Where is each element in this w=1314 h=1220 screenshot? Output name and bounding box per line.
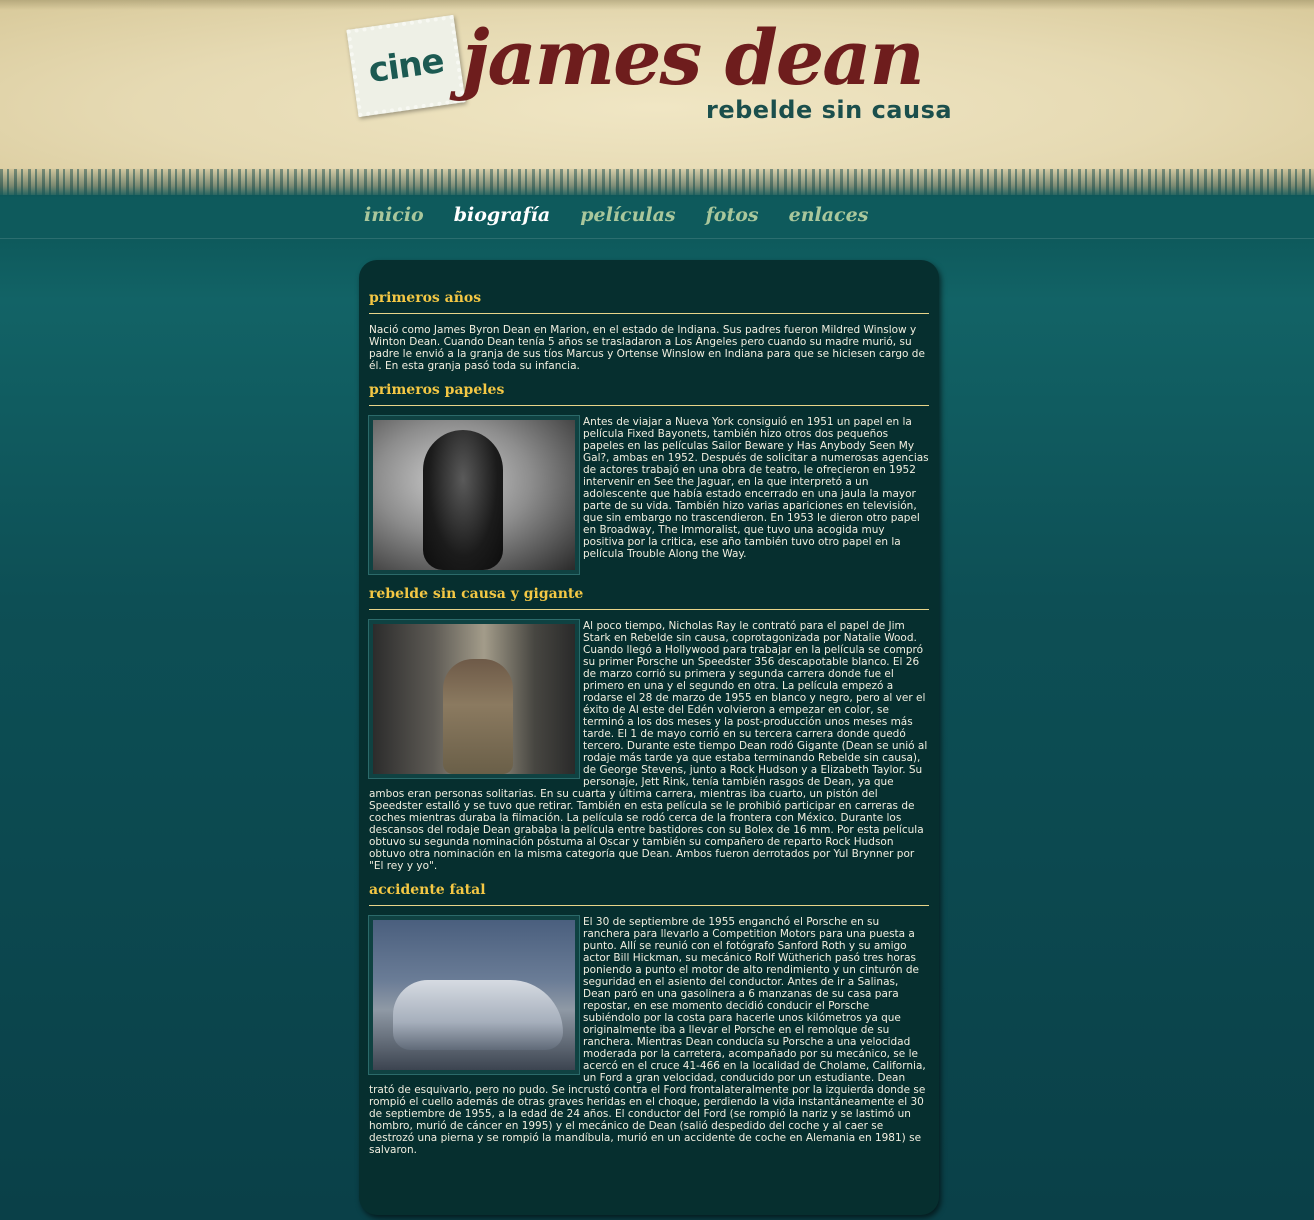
section-accidente-fatal: accidente fatal El 30 de septiembre de 1… — [368, 882, 929, 1156]
section-rebelde-sin-causa: rebelde sin causa y gigante Al poco tiem… — [368, 586, 929, 872]
stamp-text: cine — [366, 40, 446, 92]
header-edge — [0, 168, 1314, 198]
main-nav: inicio biografía películas fotos enlaces — [364, 204, 868, 232]
section-text: Nació como James Byron Dean en Marion, e… — [369, 324, 925, 372]
nav-biografia[interactable]: biografía — [454, 204, 550, 232]
section-heading: primeros papeles — [369, 382, 929, 406]
nav-divider — [0, 238, 1314, 239]
biography-content: primeros años Nació como James Byron Dea… — [368, 290, 929, 1166]
photo-james-dean-portrait — [368, 415, 580, 575]
section-primeros-papeles: primeros papeles Antes de viajar a Nueva… — [368, 382, 929, 576]
section-heading: rebelde sin causa y gigante — [369, 586, 929, 610]
section-heading: primeros años — [369, 290, 929, 314]
nav-inicio[interactable]: inicio — [364, 204, 424, 232]
content-panel: primeros años Nació como James Byron Dea… — [359, 260, 939, 1215]
photo-porsche-spyder — [368, 915, 580, 1075]
section-heading: accidente fatal — [369, 882, 929, 906]
nav-peliculas[interactable]: películas — [580, 204, 675, 232]
nav-fotos[interactable]: fotos — [706, 204, 759, 232]
photo-james-dean-window — [368, 619, 580, 779]
section-primeros-anos: primeros años Nació como James Byron Dea… — [369, 290, 929, 372]
nav-enlaces[interactable]: enlaces — [789, 204, 869, 232]
cine-stamp-logo[interactable]: cine — [346, 14, 466, 118]
site-subtitle: rebelde sin causa — [706, 96, 953, 124]
site-title[interactable]: james dean — [462, 20, 925, 96]
